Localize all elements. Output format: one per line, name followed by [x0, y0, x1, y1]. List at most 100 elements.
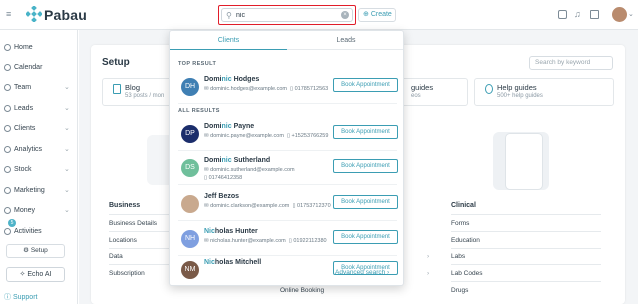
client-contact: ✉ dominic.payne@example.com ▯ +152537662…: [204, 133, 328, 139]
locations-link[interactable]: Locations: [109, 237, 137, 244]
help-icon: [485, 84, 493, 94]
name-highlight: nic: [221, 76, 232, 83]
sidebar-item-marketing[interactable]: Marketing ⌄: [0, 184, 78, 198]
client-name[interactable]: Dominic Payne: [204, 123, 254, 130]
blog-tile[interactable]: Blog 53 posts / mon: [102, 78, 172, 106]
client-name[interactable]: Nicholas Mitchell: [204, 259, 261, 266]
name-part: holas Hunter: [214, 228, 258, 235]
sidebar-item-leads[interactable]: Leads ⌄: [0, 102, 78, 116]
client-result-row[interactable]: Jeff Bezos ✉ dominic.clarkson@example.com…: [170, 191, 403, 221]
sidebar-item-team[interactable]: Team ⌄: [0, 81, 78, 95]
client-phone: 01753712370: [297, 203, 331, 209]
activities-badge: 5: [8, 219, 16, 227]
calendar-icon[interactable]: [558, 10, 567, 19]
echo-ai-button[interactable]: ✧ Echo AI: [6, 267, 65, 282]
client-name[interactable]: Jeff Bezos: [204, 193, 239, 200]
divider: [109, 264, 169, 265]
mail-icon: ✉: [204, 238, 209, 244]
tile-sub: eos: [411, 93, 421, 99]
sidebar-item-label: Analytics: [14, 146, 43, 153]
client-contact: ✉ dominic.clarkson@example.com ▯ 0175371…: [204, 203, 331, 209]
sidebar-item-activities[interactable]: Activities: [0, 225, 78, 239]
avatar[interactable]: [612, 7, 627, 22]
business-header: Business: [109, 202, 141, 209]
client-result-row[interactable]: NH Nicholas Hunter ✉ nicholas.hunter@examp…: [170, 226, 403, 256]
book-appointment-button[interactable]: Book Appointment: [333, 230, 398, 244]
divider: [178, 255, 397, 256]
echo-ai-label: Echo AI: [27, 271, 52, 278]
avatar: DS: [181, 159, 199, 177]
create-button[interactable]: ⊕ Create: [358, 8, 396, 22]
avatar: DH: [181, 78, 199, 96]
client-name[interactable]: Dominic Sutherland: [204, 157, 270, 164]
divider: [109, 248, 169, 249]
support-link[interactable]: ⓘ Support: [4, 292, 37, 302]
client-name[interactable]: Nicholas Hunter: [204, 228, 258, 235]
labs-link[interactable]: Labs: [451, 253, 465, 260]
client-contact: ✉ dominic.hodges@example.com ▯ 017857125…: [204, 86, 328, 92]
book-appointment-button[interactable]: Book Appointment: [333, 125, 398, 139]
client-result-row[interactable]: DP Dominic Payne ✉ dominic.payne@example.c…: [170, 121, 403, 151]
sidebar-item-label: Activities: [14, 228, 42, 235]
global-search[interactable]: ⚲ ×: [221, 8, 353, 22]
client-phone: +15253766259: [291, 133, 329, 139]
tab-clients[interactable]: Clients: [170, 31, 287, 50]
divider: [178, 220, 397, 221]
client-result-row[interactable]: DS Dominic Sutherland ✉ dominic.sutherland…: [170, 155, 403, 185]
business-details-link[interactable]: Business Details: [109, 220, 157, 227]
sidebar-item-label: Calendar: [14, 64, 43, 71]
sidebar-item-label: Team: [14, 84, 32, 91]
sidebar-item-money[interactable]: Money ⌄: [0, 204, 78, 218]
sidebar-item-label: Leads: [14, 105, 34, 112]
sidebar-item-calendar[interactable]: Calendar: [0, 61, 78, 75]
client-phone: 01785712563: [294, 86, 329, 92]
book-appointment-button[interactable]: Book Appointment: [333, 195, 398, 209]
client-result-row[interactable]: DH Dominic Hodges ✉ dominic.hodges@example…: [170, 74, 403, 104]
clear-icon[interactable]: ×: [341, 11, 349, 19]
sidebar-item-stock[interactable]: Stock ⌄: [0, 163, 78, 177]
advanced-search-link[interactable]: Advanced search ›: [335, 269, 389, 276]
drugs-link[interactable]: Drugs: [451, 287, 468, 294]
team-icon: [4, 84, 11, 91]
client-phone-line: ▯ 01746412358: [204, 175, 242, 181]
avatar: NM: [181, 261, 199, 279]
search-input[interactable]: [236, 10, 336, 21]
menu-toggle-icon[interactable]: ≡: [6, 10, 15, 19]
name-highlight: Nic: [204, 259, 215, 266]
lab-codes-link[interactable]: Lab Codes: [451, 270, 482, 277]
client-name[interactable]: Dominic Hodges: [204, 76, 259, 83]
sidebar-item-analytics[interactable]: Analytics ⌄: [0, 143, 78, 157]
divider: [178, 103, 397, 104]
book-appointment-button[interactable]: Book Appointment: [333, 78, 398, 92]
help-guides-tile[interactable]: Help guides 500+ help guides: [474, 78, 614, 106]
education-link[interactable]: Education: [451, 237, 480, 244]
avatar: [181, 195, 199, 213]
page-title: Setup: [102, 57, 130, 68]
client-email: dominic.sutherland@example.com: [210, 167, 295, 173]
sidebar-item-home[interactable]: Home: [0, 41, 78, 55]
bell-icon[interactable]: ♫: [574, 9, 581, 19]
chevron-right-icon: ›: [427, 253, 430, 260]
name-part: Jeff Bezos: [204, 193, 240, 200]
avatar: NH: [181, 230, 199, 248]
data-link[interactable]: Data: [109, 253, 123, 260]
tab-leads[interactable]: Leads: [287, 31, 403, 50]
notes-icon[interactable]: [590, 10, 599, 19]
client-contact: ✉ dominic.sutherland@example.com: [204, 167, 295, 173]
phone-icon: ▯: [288, 238, 292, 244]
chevron-down-icon[interactable]: ⌄: [628, 10, 634, 18]
divider: [109, 231, 169, 232]
keyword-search-input[interactable]: Search by keyword: [529, 56, 613, 70]
divider: [178, 150, 397, 151]
subscription-link[interactable]: Subscription: [109, 270, 145, 277]
setup-button[interactable]: ⚙ Setup: [6, 244, 65, 258]
search-results-dropdown: Clients Leads TOP RESULT ALL RESULTS DH D…: [169, 30, 404, 286]
online-booking-link[interactable]: Online Booking: [280, 287, 324, 294]
sidebar-item-clients[interactable]: Clients ⌄: [0, 122, 78, 136]
book-appointment-button[interactable]: Book Appointment: [333, 159, 398, 173]
forms-link[interactable]: Forms: [451, 220, 469, 227]
marketing-icon: [4, 187, 11, 194]
support-label: Support: [12, 294, 38, 301]
mail-icon: ✉: [204, 203, 209, 209]
top-result-label: TOP RESULT: [178, 61, 217, 67]
